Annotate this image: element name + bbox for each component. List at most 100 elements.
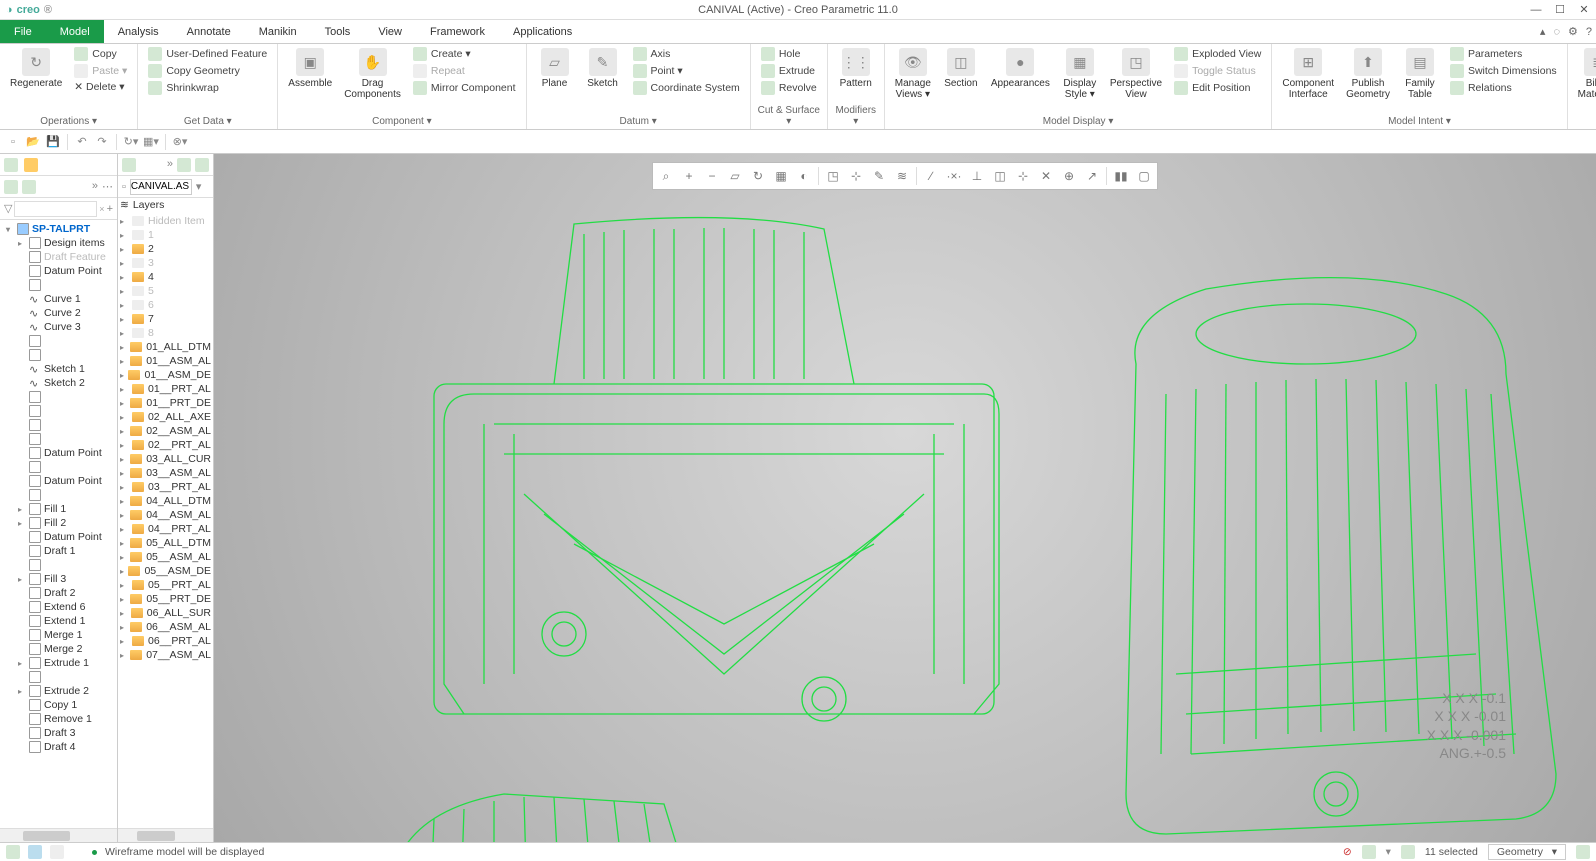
tree-item[interactable]: Extend 6 [0, 600, 117, 614]
zoom-in-icon[interactable]: + [678, 165, 700, 187]
ribbon-shrinkwrap-button[interactable]: Shrinkwrap [144, 80, 271, 96]
layers-icon[interactable]: ≋ [891, 165, 913, 187]
status-icon-3[interactable] [50, 845, 64, 859]
display-style-icon[interactable]: ▦ [770, 165, 792, 187]
refit-icon[interactable]: ⌕ [655, 165, 677, 187]
ribbon-axis-button[interactable]: Axis [629, 46, 744, 62]
ribbon-component-interface-button[interactable]: ⊞ComponentInterface [1278, 46, 1338, 102]
status-tool2-icon[interactable] [1401, 845, 1415, 859]
layer-item[interactable]: ▸03__ASM_AL [118, 466, 213, 480]
ribbon-regenerate-button[interactable]: ↻Regenerate [6, 46, 66, 91]
layer-item[interactable]: ▸05__ASM_AL [118, 550, 213, 564]
ribbon-copy-geometry-button[interactable]: Copy Geometry [144, 63, 271, 79]
tree-search-input[interactable] [14, 201, 97, 217]
layer-more-icon[interactable] [195, 158, 209, 172]
ribbon-mirror-component-button[interactable]: Mirror Component [409, 80, 520, 96]
tree-item[interactable] [0, 418, 117, 432]
layer-item[interactable]: ▸03_ALL_CUR [118, 452, 213, 466]
ribbon-extrude-button[interactable]: Extrude [757, 63, 821, 79]
filter-icon[interactable]: ▽ [4, 202, 12, 215]
qat-windows-icon[interactable]: ▦▾ [142, 133, 160, 151]
datum-display-icon[interactable]: ⊹ [845, 165, 867, 187]
tool1-icon[interactable]: ⊹ [1012, 165, 1034, 187]
tree-item[interactable]: Extend 1 [0, 614, 117, 628]
layer-item[interactable]: ▸06__ASM_AL [118, 620, 213, 634]
saved-orient-icon[interactable]: ◐ [793, 165, 815, 187]
ribbon-appearances-button[interactable]: ●Appearances [987, 46, 1054, 91]
qat-regen-icon[interactable]: ↻▾ [122, 133, 140, 151]
tree-item[interactable] [0, 558, 117, 572]
layer-item[interactable]: ▸02_ALL_AXE [118, 410, 213, 424]
tree-item[interactable]: Draft 4 [0, 740, 117, 754]
folder-icon[interactable] [24, 158, 38, 172]
tab-file[interactable]: File [0, 20, 46, 43]
layer-item[interactable]: ▸07__ASM_AL [118, 648, 213, 662]
layer-item[interactable]: ▸02__ASM_AL [118, 424, 213, 438]
tree-item[interactable]: Curve 2 [0, 306, 117, 320]
layer-item[interactable]: ▸8 [118, 326, 213, 340]
tree-icon[interactable] [4, 158, 18, 172]
tree-item[interactable] [0, 670, 117, 684]
tool4-icon[interactable]: ↗ [1081, 165, 1103, 187]
tree-item[interactable] [0, 460, 117, 474]
show-icon[interactable] [4, 180, 18, 194]
ribbon-parameters-button[interactable]: Parameters [1446, 46, 1561, 62]
ribbon-coordinate-system-button[interactable]: Coordinate System [629, 80, 744, 96]
layer-item[interactable]: ▸05_ALL_DTM [118, 536, 213, 550]
close-button[interactable]: ✕ [1572, 0, 1596, 20]
layer-item[interactable]: ▸05__ASM_DE [118, 564, 213, 578]
ribbon-user-defined-feature-button[interactable]: User-Defined Feature [144, 46, 271, 62]
layer-item[interactable]: ▸05__PRT_DE [118, 592, 213, 606]
layer-settings-icon[interactable] [177, 158, 191, 172]
maximize-button[interactable]: ☐ [1548, 0, 1572, 20]
qat-save-icon[interactable]: 💾 [44, 133, 62, 151]
tree-item[interactable]: Merge 1 [0, 628, 117, 642]
layer-item[interactable]: ▸04_ALL_DTM [118, 494, 213, 508]
dropdown-icon[interactable]: ▾ [196, 180, 202, 193]
tree-item[interactable]: ▸Fill 1 [0, 502, 117, 516]
ribbon-manage-views-▾-button[interactable]: 👁ManageViews ▾ [891, 46, 935, 102]
ribbon-revolve-button[interactable]: Revolve [757, 80, 821, 96]
tree-item[interactable]: ▸Extrude 1 [0, 656, 117, 670]
pause-icon[interactable]: ▮▮ [1110, 165, 1132, 187]
minimize-button[interactable]: — [1524, 0, 1548, 20]
status-icon-1[interactable] [6, 845, 20, 859]
tab-annotate[interactable]: Annotate [173, 20, 245, 43]
qat-undo-icon[interactable]: ↶ [73, 133, 91, 151]
status-end-icon[interactable] [1576, 845, 1590, 859]
zoom-out-icon[interactable]: − [701, 165, 723, 187]
layer-item[interactable]: ▸01__ASM_AL [118, 354, 213, 368]
ribbon-pattern-button[interactable]: ⋮⋮Pattern [834, 46, 878, 91]
layer-item[interactable]: ▸03__PRT_AL [118, 480, 213, 494]
viewport[interactable]: ⌕ + − ▱ ↻ ▦ ◐ ◳ ⊹ ✎ ≋ ∕ ·×· ⊥ ◫ ⊹ ✕ ⊕ ↗ … [214, 154, 1596, 842]
layer-item[interactable]: ▸6 [118, 298, 213, 312]
tree-item[interactable]: Draft 1 [0, 544, 117, 558]
ribbon-create--button[interactable]: Create ▾ [409, 46, 520, 62]
ribbon-drag-components-button[interactable]: ✋DragComponents [340, 46, 405, 102]
ribbon-exploded-view-button[interactable]: Exploded View [1170, 46, 1265, 62]
search-icon[interactable]: ◌ [1553, 26, 1560, 38]
layer-item[interactable]: ▸Hidden Item [118, 214, 213, 228]
layer-tree-icon[interactable] [122, 158, 136, 172]
layer-item[interactable]: ▸01__PRT_AL [118, 382, 213, 396]
tab-view[interactable]: View [364, 20, 416, 43]
annotation-display-icon[interactable]: ✎ [868, 165, 890, 187]
settings-tree-icon[interactable] [22, 180, 36, 194]
ribbon-repeat-button[interactable]: Repeat [409, 63, 520, 79]
ribbon-relations-button[interactable]: Relations [1446, 80, 1561, 96]
tree-item[interactable]: Datum Point [0, 530, 117, 544]
ribbon-copy-button[interactable]: Copy [70, 46, 131, 62]
ribbon-hole-button[interactable]: Hole [757, 46, 821, 62]
tree-item[interactable]: Datum Point [0, 264, 117, 278]
tree-item[interactable]: Curve 1 [0, 292, 117, 306]
layers-scrollbar[interactable] [118, 828, 213, 842]
axis-display-icon[interactable]: ∕ [920, 165, 942, 187]
status-tool1-icon[interactable] [1362, 845, 1376, 859]
tree-item[interactable]: ▸Fill 2 [0, 516, 117, 530]
settings-icon[interactable]: ⚙ [1568, 25, 1578, 38]
tree-item[interactable] [0, 278, 117, 292]
ribbon--delete--button[interactable]: ✕ Delete ▾ [70, 80, 131, 94]
tree-item[interactable]: Draft 2 [0, 586, 117, 600]
tree-item[interactable]: Draft Feature [0, 250, 117, 264]
tree-item[interactable] [0, 432, 117, 446]
